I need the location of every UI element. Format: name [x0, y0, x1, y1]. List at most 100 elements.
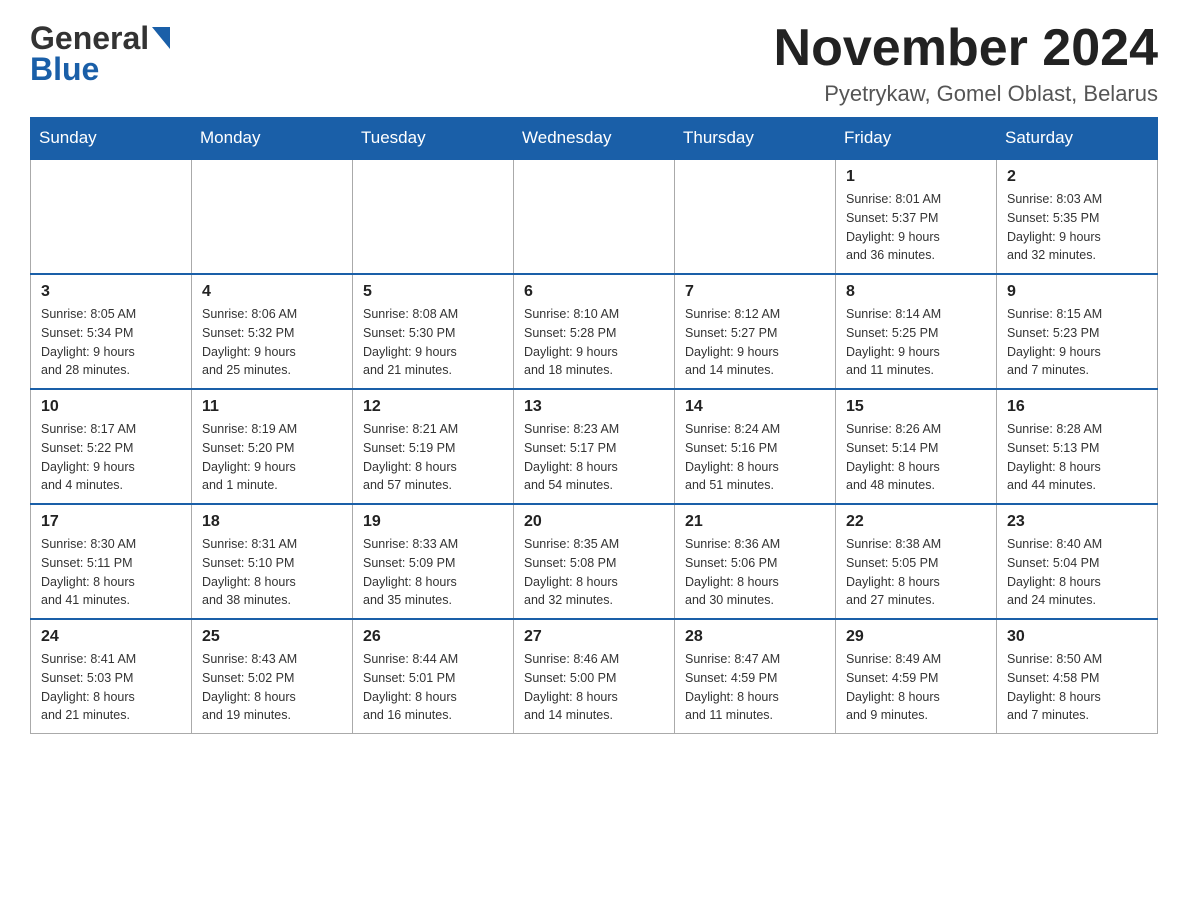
- day-info: Sunrise: 8:12 AMSunset: 5:27 PMDaylight:…: [685, 305, 825, 380]
- day-info: Sunrise: 8:21 AMSunset: 5:19 PMDaylight:…: [363, 420, 503, 495]
- day-cell: 14 Sunrise: 8:24 AMSunset: 5:16 PMDayligh…: [675, 389, 836, 504]
- day-cell: 6 Sunrise: 8:10 AMSunset: 5:28 PMDaylight…: [514, 274, 675, 389]
- weekday-header-friday: Friday: [836, 118, 997, 160]
- weekday-header-wednesday: Wednesday: [514, 118, 675, 160]
- day-info: Sunrise: 8:28 AMSunset: 5:13 PMDaylight:…: [1007, 420, 1147, 495]
- day-info: Sunrise: 8:31 AMSunset: 5:10 PMDaylight:…: [202, 535, 342, 610]
- day-number: 5: [363, 283, 503, 301]
- day-info: Sunrise: 8:26 AMSunset: 5:14 PMDaylight:…: [846, 420, 986, 495]
- day-info: Sunrise: 8:23 AMSunset: 5:17 PMDaylight:…: [524, 420, 664, 495]
- weekday-header-thursday: Thursday: [675, 118, 836, 160]
- day-cell: 17 Sunrise: 8:30 AMSunset: 5:11 PMDayligh…: [31, 504, 192, 619]
- day-info: Sunrise: 8:50 AMSunset: 4:58 PMDaylight:…: [1007, 650, 1147, 725]
- day-number: 3: [41, 283, 181, 301]
- day-cell: 8 Sunrise: 8:14 AMSunset: 5:25 PMDaylight…: [836, 274, 997, 389]
- day-number: 20: [524, 513, 664, 531]
- day-info: Sunrise: 8:43 AMSunset: 5:02 PMDaylight:…: [202, 650, 342, 725]
- day-info: Sunrise: 8:46 AMSunset: 5:00 PMDaylight:…: [524, 650, 664, 725]
- day-info: Sunrise: 8:14 AMSunset: 5:25 PMDaylight:…: [846, 305, 986, 380]
- day-info: Sunrise: 8:41 AMSunset: 5:03 PMDaylight:…: [41, 650, 181, 725]
- day-cell: 12 Sunrise: 8:21 AMSunset: 5:19 PMDayligh…: [353, 389, 514, 504]
- day-cell: 16 Sunrise: 8:28 AMSunset: 5:13 PMDayligh…: [997, 389, 1158, 504]
- day-cell: 29 Sunrise: 8:49 AMSunset: 4:59 PMDayligh…: [836, 619, 997, 734]
- day-number: 25: [202, 628, 342, 646]
- day-cell: 25 Sunrise: 8:43 AMSunset: 5:02 PMDayligh…: [192, 619, 353, 734]
- day-cell: 3 Sunrise: 8:05 AMSunset: 5:34 PMDaylight…: [31, 274, 192, 389]
- day-info: Sunrise: 8:24 AMSunset: 5:16 PMDaylight:…: [685, 420, 825, 495]
- week-row-5: 24 Sunrise: 8:41 AMSunset: 5:03 PMDayligh…: [31, 619, 1158, 734]
- day-number: 7: [685, 283, 825, 301]
- weekday-header-row: SundayMondayTuesdayWednesdayThursdayFrid…: [31, 118, 1158, 160]
- day-number: 9: [1007, 283, 1147, 301]
- day-cell: 18 Sunrise: 8:31 AMSunset: 5:10 PMDayligh…: [192, 504, 353, 619]
- day-number: 1: [846, 168, 986, 186]
- day-info: Sunrise: 8:17 AMSunset: 5:22 PMDaylight:…: [41, 420, 181, 495]
- location-title: Pyetrykaw, Gomel Oblast, Belarus: [774, 81, 1158, 107]
- day-number: 8: [846, 283, 986, 301]
- weekday-header-monday: Monday: [192, 118, 353, 160]
- day-cell: 22 Sunrise: 8:38 AMSunset: 5:05 PMDayligh…: [836, 504, 997, 619]
- day-number: 16: [1007, 398, 1147, 416]
- day-info: Sunrise: 8:33 AMSunset: 5:09 PMDaylight:…: [363, 535, 503, 610]
- day-cell: [192, 159, 353, 274]
- day-number: 29: [846, 628, 986, 646]
- day-cell: [675, 159, 836, 274]
- header: General Blue November 2024 Pyetrykaw, Go…: [30, 20, 1158, 107]
- day-cell: [31, 159, 192, 274]
- day-number: 27: [524, 628, 664, 646]
- day-info: Sunrise: 8:49 AMSunset: 4:59 PMDaylight:…: [846, 650, 986, 725]
- day-cell: 13 Sunrise: 8:23 AMSunset: 5:17 PMDayligh…: [514, 389, 675, 504]
- day-info: Sunrise: 8:06 AMSunset: 5:32 PMDaylight:…: [202, 305, 342, 380]
- day-cell: 26 Sunrise: 8:44 AMSunset: 5:01 PMDayligh…: [353, 619, 514, 734]
- day-cell: 4 Sunrise: 8:06 AMSunset: 5:32 PMDaylight…: [192, 274, 353, 389]
- day-cell: 2Sunrise: 8:03 AMSunset: 5:35 PMDaylight…: [997, 159, 1158, 274]
- day-cell: [514, 159, 675, 274]
- month-title: November 2024: [774, 20, 1158, 77]
- title-area: November 2024 Pyetrykaw, Gomel Oblast, B…: [774, 20, 1158, 107]
- day-cell: 21Sunrise: 8:36 AMSunset: 5:06 PMDayligh…: [675, 504, 836, 619]
- day-number: 18: [202, 513, 342, 531]
- day-info: Sunrise: 8:08 AMSunset: 5:30 PMDaylight:…: [363, 305, 503, 380]
- day-number: 22: [846, 513, 986, 531]
- day-cell: 9Sunrise: 8:15 AMSunset: 5:23 PMDaylight…: [997, 274, 1158, 389]
- day-number: 10: [41, 398, 181, 416]
- day-number: 4: [202, 283, 342, 301]
- day-cell: 27 Sunrise: 8:46 AMSunset: 5:00 PMDayligh…: [514, 619, 675, 734]
- day-number: 26: [363, 628, 503, 646]
- day-info: Sunrise: 8:05 AMSunset: 5:34 PMDaylight:…: [41, 305, 181, 380]
- weekday-header-tuesday: Tuesday: [353, 118, 514, 160]
- day-cell: 10 Sunrise: 8:17 AMSunset: 5:22 PMDayligh…: [31, 389, 192, 504]
- day-cell: 30 Sunrise: 8:50 AMSunset: 4:58 PMDayligh…: [997, 619, 1158, 734]
- day-number: 30: [1007, 628, 1147, 646]
- day-info: Sunrise: 8:40 AMSunset: 5:04 PMDaylight:…: [1007, 535, 1147, 610]
- day-number: 6: [524, 283, 664, 301]
- logo-arrow-icon: [152, 27, 170, 54]
- day-number: 17: [41, 513, 181, 531]
- day-info: Sunrise: 8:38 AMSunset: 5:05 PMDaylight:…: [846, 535, 986, 610]
- day-number: 12: [363, 398, 503, 416]
- week-row-4: 17 Sunrise: 8:30 AMSunset: 5:11 PMDayligh…: [31, 504, 1158, 619]
- day-info: Sunrise: 8:19 AMSunset: 5:20 PMDaylight:…: [202, 420, 342, 495]
- day-number: 21: [685, 513, 825, 531]
- day-cell: 15 Sunrise: 8:26 AMSunset: 5:14 PMDayligh…: [836, 389, 997, 504]
- day-cell: 11 Sunrise: 8:19 AMSunset: 5:20 PMDayligh…: [192, 389, 353, 504]
- day-info: Sunrise: 8:44 AMSunset: 5:01 PMDaylight:…: [363, 650, 503, 725]
- day-number: 19: [363, 513, 503, 531]
- day-cell: 7 Sunrise: 8:12 AMSunset: 5:27 PMDaylight…: [675, 274, 836, 389]
- day-info: Sunrise: 8:03 AMSunset: 5:35 PMDaylight:…: [1007, 190, 1147, 265]
- day-number: 11: [202, 398, 342, 416]
- day-number: 23: [1007, 513, 1147, 531]
- day-number: 15: [846, 398, 986, 416]
- day-cell: 20 Sunrise: 8:35 AMSunset: 5:08 PMDayligh…: [514, 504, 675, 619]
- day-cell: 24 Sunrise: 8:41 AMSunset: 5:03 PMDayligh…: [31, 619, 192, 734]
- day-cell: 1Sunrise: 8:01 AMSunset: 5:37 PMDaylight…: [836, 159, 997, 274]
- day-info: Sunrise: 8:10 AMSunset: 5:28 PMDaylight:…: [524, 305, 664, 380]
- day-number: 28: [685, 628, 825, 646]
- week-row-3: 10 Sunrise: 8:17 AMSunset: 5:22 PMDayligh…: [31, 389, 1158, 504]
- day-number: 24: [41, 628, 181, 646]
- day-number: 14: [685, 398, 825, 416]
- day-number: 13: [524, 398, 664, 416]
- day-info: Sunrise: 8:35 AMSunset: 5:08 PMDaylight:…: [524, 535, 664, 610]
- day-info: Sunrise: 8:30 AMSunset: 5:11 PMDaylight:…: [41, 535, 181, 610]
- day-cell: 28Sunrise: 8:47 AMSunset: 4:59 PMDayligh…: [675, 619, 836, 734]
